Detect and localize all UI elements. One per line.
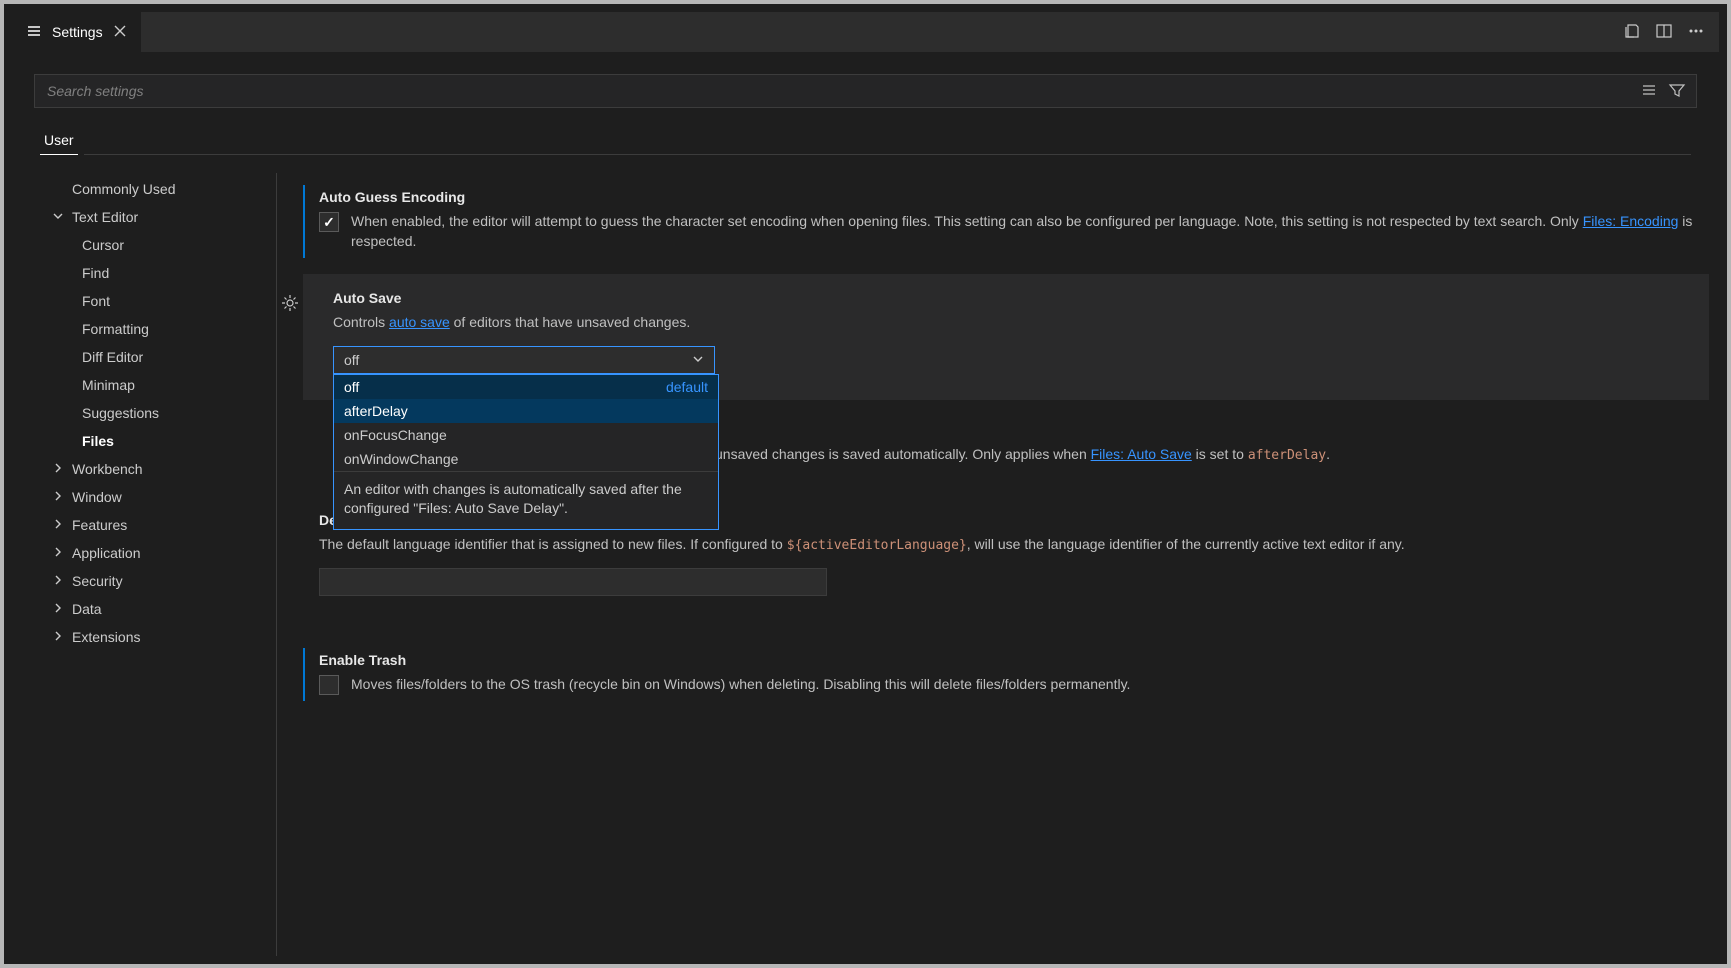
link-files-auto-save[interactable]: Files: Auto Save [1091,446,1192,462]
settings-menu-icon [26,23,42,42]
setting-title: Auto Guess Encoding [319,189,1697,205]
tab-settings[interactable]: Settings [12,12,142,52]
setting-description: The default language identifier that is … [319,534,1697,556]
settings-toc: Commonly Used Text Editor Cursor Find Font Fo… [40,173,270,956]
clear-search-icon[interactable] [1640,81,1658,102]
toc-item-label: Application [72,543,141,563]
link-auto-save[interactable]: auto save [389,314,450,330]
toc-item-label: Diff Editor [82,347,143,367]
toc-item-label: Workbench [72,459,143,479]
setting-auto-guess-encoding: Auto Guess Encoding When enabled, the ed… [303,173,1709,270]
editor-actions [1623,22,1719,43]
tab-bar: Settings [12,12,1719,52]
toc-item-label: Files [82,431,114,451]
close-icon[interactable] [113,24,127,41]
toc-item-label: Font [82,291,110,311]
search-row [12,52,1719,116]
gear-icon[interactable] [281,294,299,315]
setting-description: When enabled, the editor will attempt to… [351,211,1697,252]
setting-title: Enable Trash [319,652,1697,668]
toc-item-label: Suggestions [82,403,159,423]
toc-item-label: Window [72,487,122,507]
setting-title: Auto Save [333,290,1693,306]
toc-item-text-editor[interactable]: Text Editor [40,203,270,231]
split-editor-icon[interactable] [1655,22,1673,43]
toc-item-suggestions[interactable]: Suggestions [40,399,270,427]
dropdown-option-label: off [344,379,359,395]
toc-item-label: Security [72,571,123,591]
search-input[interactable] [47,83,1640,99]
toc-item-label: Features [72,515,127,535]
toc-item-label: Commonly Used [72,179,175,199]
toc-item-label: Cursor [82,235,124,255]
checkbox-auto-guess-encoding[interactable] [319,212,339,232]
input-default-language[interactable] [319,568,827,596]
toc-item-window[interactable]: Window [40,483,270,511]
toc-item-security[interactable]: Security [40,567,270,595]
setting-description: Moves files/folders to the OS trash (rec… [351,674,1130,694]
toc-item-extensions[interactable]: Extensions [40,623,270,651]
dropdown-auto-save: off default afterDelay onFocusChange onWindo… [333,374,719,530]
chevron-down-icon [52,207,66,227]
toc-item-cursor[interactable]: Cursor [40,231,270,259]
toc-item-font[interactable]: Font [40,287,270,315]
toc-item-minimap[interactable]: Minimap [40,371,270,399]
toc-item-workbench[interactable]: Workbench [40,455,270,483]
toc-item-label: Find [82,263,109,283]
dropdown-option-afterdelay[interactable]: afterDelay [334,399,718,423]
setting-enable-trash: Enable Trash Moves files/folders to the … [303,636,1709,713]
search-box[interactable] [34,74,1697,108]
chevron-right-icon [52,543,66,563]
filter-icon[interactable] [1668,81,1686,102]
link-files-encoding[interactable]: Files: Encoding [1583,213,1679,229]
scope-user-tab[interactable]: User [40,126,78,155]
setting-description: Controls auto save of editors that have … [333,312,1693,332]
dropdown-option-description: An editor with changes is automatically … [334,472,718,529]
dropdown-option-onwindowchange[interactable]: onWindowChange [334,447,718,471]
chevron-down-icon [692,352,704,368]
toc-item-files[interactable]: Files [40,427,270,455]
toc-item-diff-editor[interactable]: Diff Editor [40,343,270,371]
setting-auto-save: Auto Save Controls auto save of editors … [303,274,1709,400]
chevron-right-icon [52,599,66,619]
scope-tabs: User [12,116,1719,155]
dropdown-option-label: afterDelay [344,403,408,419]
chevron-right-icon [52,571,66,591]
dropdown-option-off[interactable]: off default [334,375,718,399]
toc-item-label: Text Editor [72,207,138,227]
toc-item-application[interactable]: Application [40,539,270,567]
toc-item-label: Extensions [72,627,140,647]
open-settings-json-icon[interactable] [1623,22,1641,43]
tab-title: Settings [52,24,103,40]
chevron-right-icon [52,627,66,647]
chevron-right-icon [52,487,66,507]
toc-item-label: Data [72,599,102,619]
checkbox-enable-trash[interactable] [319,675,339,695]
select-value: off [344,352,359,368]
dropdown-option-onfocuschange[interactable]: onFocusChange [334,423,718,447]
dropdown-option-label: onFocusChange [344,427,447,443]
dropdown-default-label: default [666,379,708,395]
toc-item-data[interactable]: Data [40,595,270,623]
toc-item-features[interactable]: Features [40,511,270,539]
toc-item-commonly-used[interactable]: Commonly Used [40,175,270,203]
chevron-right-icon [52,459,66,479]
more-actions-icon[interactable] [1687,22,1705,43]
toc-item-label: Minimap [82,375,135,395]
toc-item-label: Formatting [82,319,149,339]
toc-item-find[interactable]: Find [40,259,270,287]
chevron-right-icon [52,515,66,535]
dropdown-option-label: onWindowChange [344,451,458,467]
toc-item-formatting[interactable]: Formatting [40,315,270,343]
select-auto-save[interactable]: off [333,346,715,374]
